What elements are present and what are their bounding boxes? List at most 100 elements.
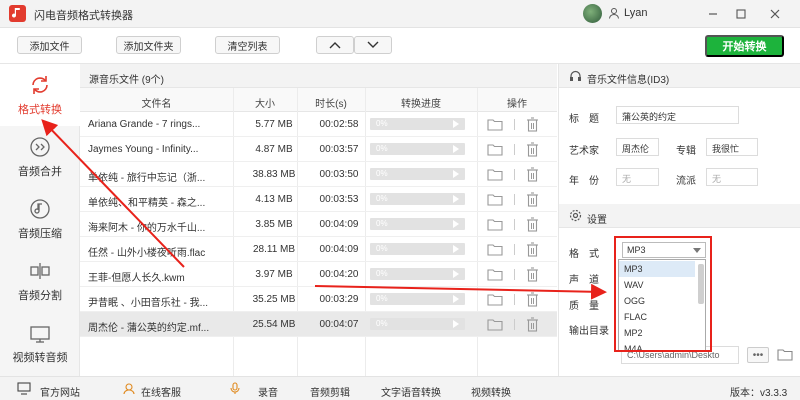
progress-label: 0%: [376, 194, 388, 203]
progress-bar: 0%: [370, 293, 465, 305]
delete-icon[interactable]: [526, 192, 539, 210]
sidebar-item-audio-merge[interactable]: 音频合并: [0, 126, 80, 188]
open-folder-icon[interactable]: [487, 193, 503, 209]
sidebar-item-video-to-audio[interactable]: 视频转音频: [0, 312, 80, 374]
delete-icon[interactable]: [526, 167, 539, 185]
table-row[interactable]: Ariana Grande - 7 rings... 5.77 MB 00:02:5…: [80, 112, 557, 137]
open-folder-icon[interactable]: [487, 143, 503, 159]
move-down-button[interactable]: [354, 36, 392, 54]
file-name-cell: Ariana Grande - 7 rings...: [88, 119, 201, 130]
column-header-action: 操作: [507, 99, 527, 110]
add-file-button[interactable]: 添加文件: [17, 36, 82, 54]
start-convert-button[interactable]: 开始转换: [705, 35, 784, 57]
channel-label: 声 道: [569, 275, 599, 286]
album-field[interactable]: 我很忙: [706, 138, 758, 156]
sidebar-item-format-convert[interactable]: 格式转换: [0, 64, 80, 126]
table-row[interactable]: 王菲-但愿人长久.kwm 3.97 MB 00:04:20 0%: [80, 262, 557, 287]
table-row[interactable]: 海来阿木 - 你的万水千山... 3.85 MB 00:04:09 0%: [80, 212, 557, 237]
table-row[interactable]: 任然 - 山外小楼夜听雨.flac 28.11 MB 00:04:09 0%: [80, 237, 557, 262]
duration-cell: 00:04:07: [319, 319, 359, 330]
open-folder-icon[interactable]: [487, 168, 503, 184]
play-icon[interactable]: [453, 270, 459, 278]
add-folder-button[interactable]: 添加文件夹: [116, 36, 181, 54]
delete-icon[interactable]: [526, 117, 539, 135]
table-row[interactable]: 尹昔眠 、小田音乐社 - 我... 35.25 MB 00:03:29 0%: [80, 287, 557, 312]
video-convert-link[interactable]: 视频转换: [471, 384, 511, 399]
duration-cell: 00:03:29: [319, 294, 359, 305]
open-folder-icon[interactable]: [487, 243, 503, 259]
move-up-button[interactable]: [316, 36, 354, 54]
audio-cut-link[interactable]: 音频剪辑: [310, 384, 350, 399]
open-folder-icon[interactable]: [487, 118, 503, 134]
play-icon[interactable]: [453, 245, 459, 253]
file-name-cell: Jaymes Young - Infinity...: [88, 144, 199, 155]
settings-section-title: 设置: [587, 215, 607, 226]
delete-icon[interactable]: [526, 142, 539, 160]
close-icon[interactable]: [766, 5, 784, 23]
headphones-icon: [569, 69, 582, 85]
play-icon[interactable]: [453, 145, 459, 153]
record-icon: [228, 382, 242, 398]
file-name-cell: 单依纯、和平精英 - 森之...: [88, 198, 206, 209]
sidebar-item-audio-split[interactable]: 音频分割: [0, 250, 80, 312]
file-name-cell: 王菲-但愿人长久.kwm: [88, 273, 185, 284]
column-header-size[interactable]: 大小: [233, 95, 297, 110]
user-name[interactable]: Lyan: [624, 7, 647, 19]
open-folder-icon[interactable]: [487, 268, 503, 284]
output-dir-label: 输出目录: [569, 326, 609, 337]
open-folder-icon[interactable]: [487, 318, 503, 334]
record-link[interactable]: 录音: [258, 384, 278, 399]
title-field[interactable]: 蒲公英的约定: [616, 106, 739, 124]
delete-icon[interactable]: [526, 217, 539, 235]
column-header-name[interactable]: 文件名: [80, 95, 233, 110]
progress-bar: 0%: [370, 243, 465, 255]
monitor-icon: [17, 382, 31, 398]
play-icon[interactable]: [453, 320, 459, 328]
format-label: 格 式: [569, 249, 599, 260]
divider: [514, 219, 515, 230]
folder-icon[interactable]: [777, 347, 793, 364]
delete-icon[interactable]: [526, 267, 539, 285]
play-icon[interactable]: [453, 170, 459, 178]
artist-field[interactable]: 周杰伦: [616, 138, 659, 156]
table-row[interactable]: 单依纯 - 旅行中忘记（浙... 38.83 MB 00:03:50 0%: [80, 162, 557, 187]
year-field[interactable]: 无: [616, 168, 659, 186]
browse-button[interactable]: •••: [747, 347, 769, 363]
delete-icon[interactable]: [526, 292, 539, 310]
table-row[interactable]: 单依纯、和平精英 - 森之... 4.13 MB 00:03:53 0%: [80, 187, 557, 212]
table-row[interactable]: Jaymes Young - Infinity... 4.87 MB 00:03:5…: [80, 137, 557, 162]
tts-link[interactable]: 文字语音转换: [381, 384, 441, 399]
album-label: 专辑: [676, 146, 696, 157]
website-link[interactable]: 官方网站: [40, 384, 80, 399]
annotation-highlight-box: [614, 236, 712, 352]
progress-label: 0%: [376, 219, 388, 228]
play-icon[interactable]: [453, 220, 459, 228]
title-label: 标 题: [569, 114, 599, 125]
avatar[interactable]: [583, 4, 602, 23]
open-folder-icon[interactable]: [487, 218, 503, 234]
support-link[interactable]: 在线客服: [141, 384, 181, 399]
genre-label: 流派: [676, 176, 696, 187]
play-icon[interactable]: [453, 195, 459, 203]
duration-cell: 00:03:53: [319, 194, 359, 205]
settings-section-header: 设置: [559, 204, 800, 228]
duration-cell: 00:04:20: [319, 269, 359, 280]
delete-icon[interactable]: [526, 317, 539, 335]
open-folder-icon[interactable]: [487, 293, 503, 309]
version-label: 版本：v3.3.3: [730, 388, 788, 399]
sidebar: 格式转换 音频合并 音频压缩 音频分割 视频转音频: [0, 64, 80, 376]
column-header-duration[interactable]: 时长(s): [297, 95, 365, 110]
file-name-cell: 尹昔眠 、小田音乐社 - 我...: [88, 298, 208, 309]
divider: [514, 319, 515, 330]
clear-list-button[interactable]: 清空列表: [215, 36, 280, 54]
maximize-icon[interactable]: [732, 5, 750, 23]
play-icon[interactable]: [453, 295, 459, 303]
sidebar-item-audio-compress[interactable]: 音频压缩: [0, 188, 80, 250]
quality-label: 质 量: [569, 301, 599, 312]
minimize-icon[interactable]: [704, 5, 722, 23]
play-icon[interactable]: [453, 120, 459, 128]
genre-field[interactable]: 无: [706, 168, 758, 186]
delete-icon[interactable]: [526, 242, 539, 260]
table-row[interactable]: 周杰伦 - 蒲公英的约定.mf... 25.54 MB 00:04:07 0%: [80, 312, 557, 337]
file-list-header: 源音乐文件 (9个): [80, 64, 557, 88]
